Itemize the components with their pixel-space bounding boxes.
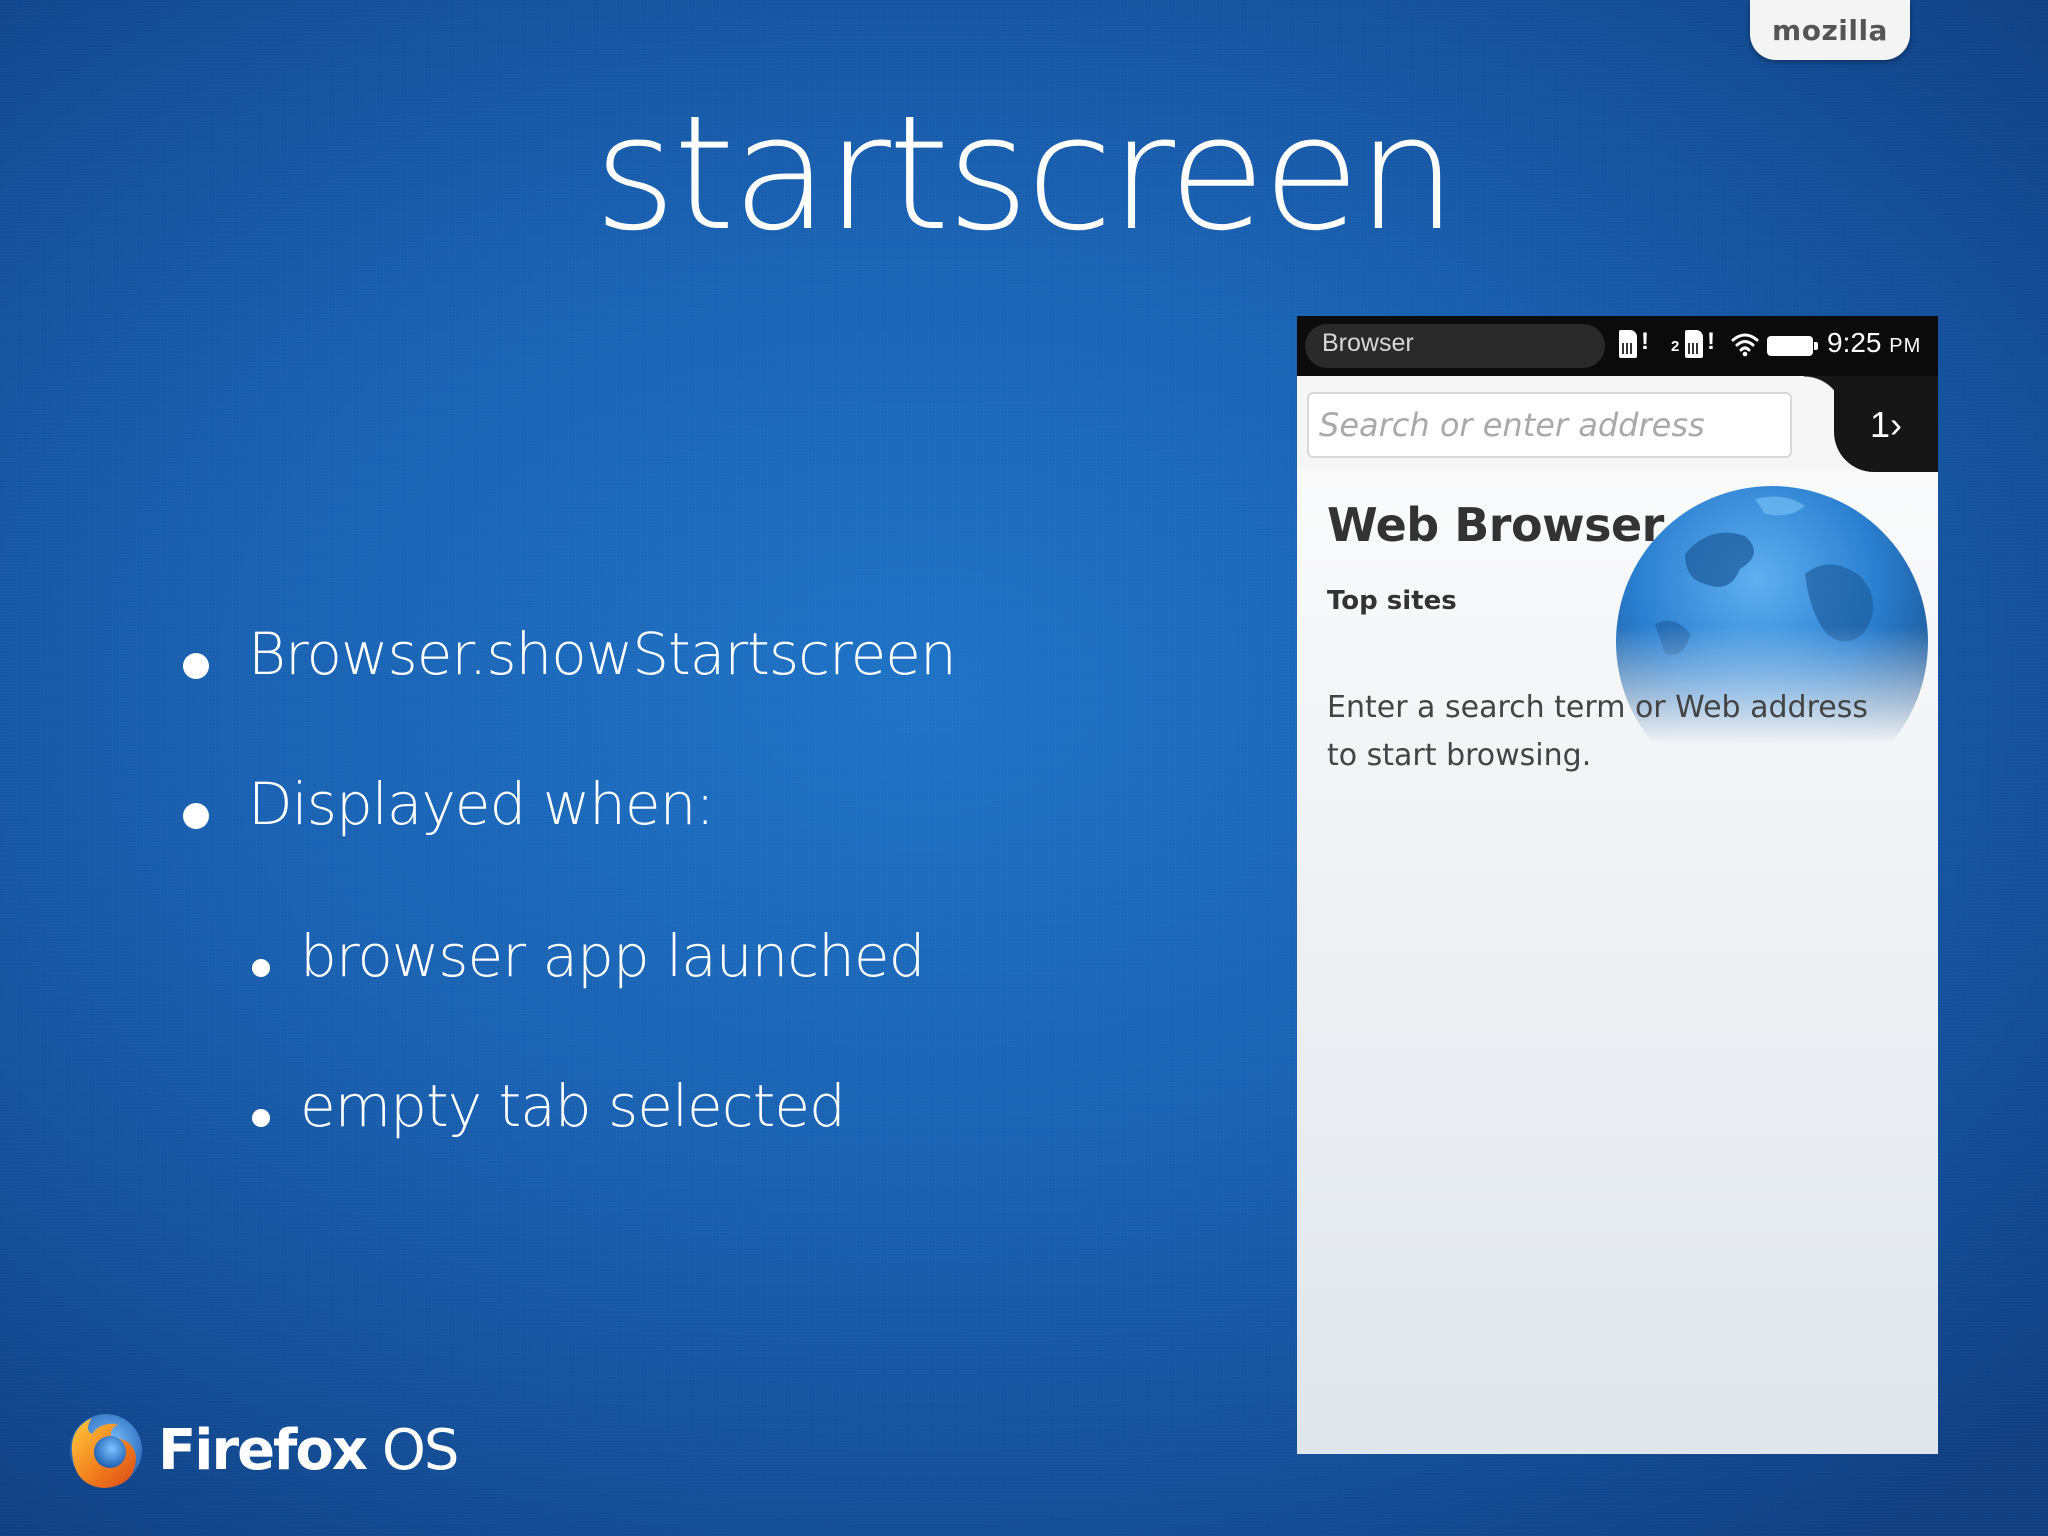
no-signal-icon: ! — [1641, 328, 1649, 355]
status-clock: 9:25 PM — [1827, 327, 1922, 358]
sub-bullet-item: empty tab selected — [252, 1072, 846, 1140]
phone-screenshot: Browser ! 2 ! 9:25 PM 1› — [1297, 316, 1938, 1454]
sub-bullet-text: empty tab selected — [300, 1072, 846, 1140]
bullet-dot — [252, 959, 270, 977]
logo-text: Firefox OS — [158, 1417, 459, 1483]
bullet-dot — [183, 803, 209, 829]
bullet-item: Displayed when: — [183, 770, 715, 838]
bullet-text: Browser.showStartscreen — [248, 620, 957, 688]
firefox-os-logo: Firefox OS — [62, 1408, 459, 1492]
top-sites-heading: Top sites — [1327, 586, 1457, 616]
status-bar: Browser ! 2 ! 9:25 PM — [1297, 316, 1938, 376]
start-hint: Enter a search term or Web address to st… — [1327, 690, 1868, 773]
page-title: Web Browser — [1327, 498, 1664, 552]
tabs-button[interactable]: 1› — [1804, 376, 1938, 472]
sub-bullet-text: browser app launched — [300, 922, 925, 990]
status-app-name: Browser — [1322, 329, 1414, 357]
mozilla-label: mozilla — [1772, 13, 1888, 47]
bullet-dot — [183, 653, 209, 679]
bullet-item: Browser.showStartscreen — [183, 620, 957, 688]
address-input[interactable] — [1307, 392, 1792, 458]
sub-bullet-item: browser app launched — [252, 922, 925, 990]
wifi-icon — [1731, 333, 1759, 357]
slide-title: startscreen — [593, 82, 1457, 266]
bullet-dot — [252, 1109, 270, 1127]
no-signal-icon: ! — [1707, 328, 1715, 355]
sim2-number: 2 — [1671, 338, 1680, 355]
tabs-count: 1› — [1869, 404, 1902, 445]
firefox-logo-icon — [70, 1414, 142, 1488]
bullet-text: Displayed when: — [248, 770, 715, 838]
mozilla-tab[interactable]: mozilla — [1750, 0, 1910, 60]
sim-card-icon — [1685, 330, 1703, 358]
sim-card-icon — [1619, 330, 1637, 358]
battery-icon — [1767, 336, 1818, 356]
